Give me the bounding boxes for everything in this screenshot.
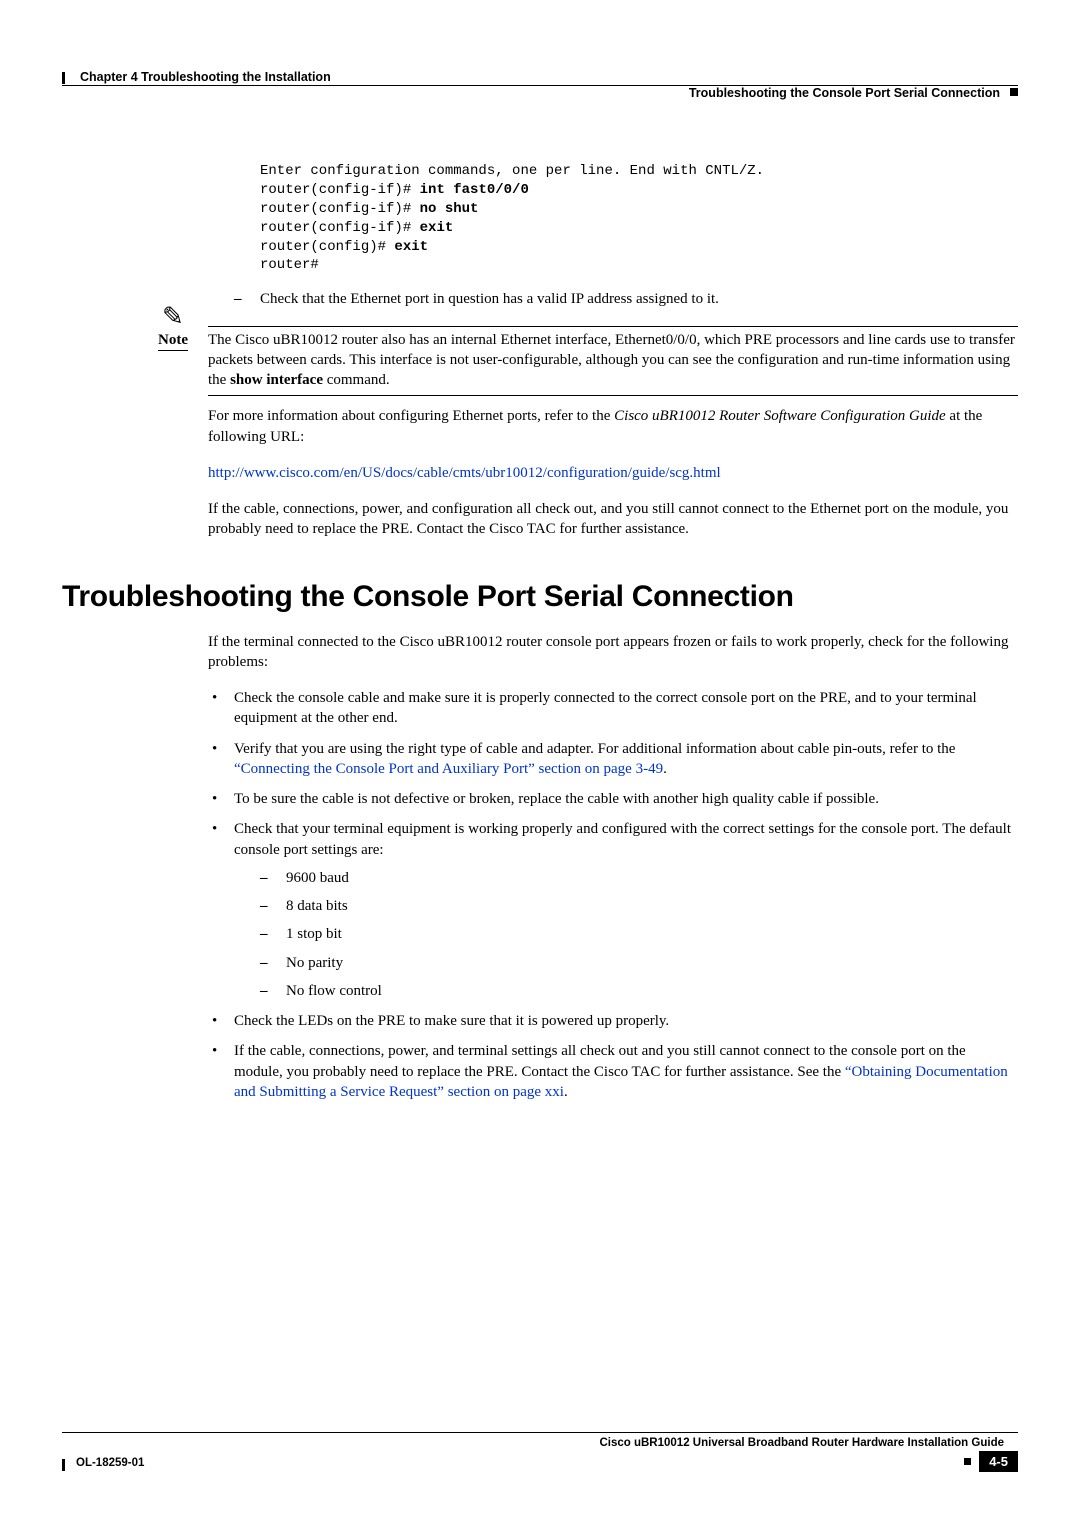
page-footer: Cisco uBR10012 Universal Broadband Route… (62, 1432, 1018, 1477)
bullet-text: Check that your terminal equipment is wo… (234, 821, 1011, 857)
para-text: For more information about configuring E… (208, 408, 614, 424)
note-rule-bottom (208, 395, 1018, 396)
footer-row: OL-18259-01 4-5 (62, 1455, 1018, 1477)
code-prompt: router(config-if)# (260, 201, 420, 217)
footer-rule (62, 1432, 1018, 1433)
content-body: Enter configuration commands, one per li… (208, 112, 1018, 1102)
config-guide-link[interactable]: http://www.cisco.com/en/US/docs/cable/cm… (208, 465, 721, 481)
bullet-item: Check that your terminal equipment is wo… (208, 819, 1018, 1001)
section-heading: Troubleshooting the Console Port Serial … (62, 580, 1018, 614)
note-text: The Cisco uBR10012 router also has an in… (208, 330, 1018, 391)
note-block: ✎ Note The Cisco uBR10012 router also ha… (62, 330, 1018, 391)
bullet-item: To be sure the cable is not defective or… (208, 789, 1018, 809)
footer-left-bar (62, 1459, 65, 1471)
footer-doc-number: OL-18259-01 (76, 1457, 144, 1469)
code-prompt: router# (260, 257, 319, 273)
setting-item: 8 data bits (260, 896, 1018, 916)
code-block: Enter configuration commands, one per li… (260, 162, 1018, 275)
footer-square-icon (964, 1458, 971, 1465)
header-square-icon (1010, 88, 1018, 96)
code-prompt: router(config)# (260, 239, 394, 255)
code-cmd: exit (394, 239, 428, 255)
code-cmd: exit (420, 220, 454, 236)
bullet-item: If the cable, connections, power, and te… (208, 1041, 1018, 1102)
paragraph: If the cable, connections, power, and co… (208, 499, 1018, 540)
page: Chapter 4 Troubleshooting the Installati… (0, 0, 1080, 1527)
setting-item: No flow control (260, 981, 1018, 1001)
bullet-item: Check the console cable and make sure it… (208, 688, 1018, 729)
bullet-item: Verify that you are using the right type… (208, 739, 1018, 780)
para-italic: Cisco uBR10012 Router Software Configura… (614, 408, 946, 424)
note-rule-top (208, 326, 1018, 327)
setting-item: No parity (260, 953, 1018, 973)
setting-item: 9600 baud (260, 868, 1018, 888)
url-paragraph: http://www.cisco.com/en/US/docs/cable/cm… (208, 463, 1018, 483)
header-chapter: Chapter 4 Troubleshooting the Installati… (80, 70, 331, 84)
page-header: Chapter 4 Troubleshooting the Installati… (62, 72, 1018, 112)
code-prompt: router(config-if)# (260, 182, 420, 198)
bullet-text: . (564, 1084, 568, 1100)
code-line: Enter configuration commands, one per li… (260, 163, 764, 179)
note-text-c: command. (323, 372, 390, 388)
note-label: Note (158, 332, 188, 351)
setting-item: 1 stop bit (260, 924, 1018, 944)
console-port-link[interactable]: “Connecting the Console Port and Auxilia… (234, 761, 663, 777)
settings-list: 9600 baud 8 data bits 1 stop bit No pari… (260, 868, 1018, 1001)
note-text-bold: show interface (230, 372, 323, 388)
dash-list-item: Check that the Ethernet port in question… (234, 289, 1018, 309)
footer-title: Cisco uBR10012 Universal Broadband Route… (62, 1437, 1018, 1449)
paragraph: For more information about configuring E… (208, 406, 1018, 447)
bullet-text: Verify that you are using the right type… (234, 741, 955, 757)
code-cmd: int fast0/0/0 (420, 182, 529, 198)
header-subtitle: Troubleshooting the Console Port Serial … (689, 86, 1000, 100)
header-left-bar (62, 72, 65, 84)
footer-page-number: 4-5 (979, 1451, 1018, 1472)
code-cmd: no shut (420, 201, 479, 217)
bullet-item: Check the LEDs on the PRE to make sure t… (208, 1011, 1018, 1031)
intro-paragraph: If the terminal connected to the Cisco u… (208, 632, 1018, 673)
pencil-icon: ✎ (162, 302, 184, 332)
bullet-list: Check the console cable and make sure it… (208, 688, 1018, 1102)
bullet-text: . (663, 761, 667, 777)
code-prompt: router(config-if)# (260, 220, 420, 236)
